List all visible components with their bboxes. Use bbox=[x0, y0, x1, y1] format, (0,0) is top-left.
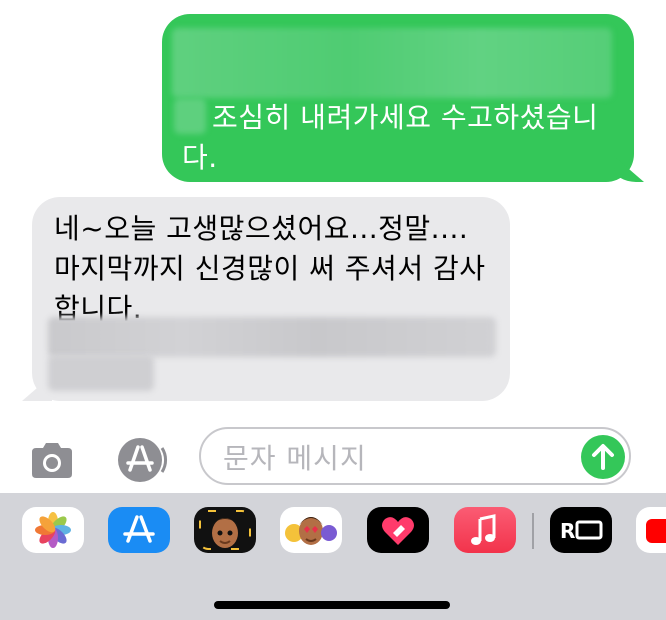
redacted-text bbox=[48, 317, 496, 357]
send-button[interactable] bbox=[581, 435, 625, 479]
received-message-text: 네~오늘 고생많으셨어요...정말....마지막까지 신경많이 써 주셔서 감사… bbox=[54, 212, 486, 325]
r-app-icon[interactable]: R bbox=[550, 507, 612, 553]
photos-app-icon[interactable] bbox=[22, 507, 84, 553]
app-store-button[interactable] bbox=[112, 432, 168, 488]
sent-message-bubble[interactable]: 조심히 내려가세요 수고하셨습니다. bbox=[162, 14, 644, 182]
app-store-app-icon[interactable] bbox=[108, 507, 170, 553]
message-input-placeholder: 문자 메시지 bbox=[223, 442, 367, 475]
drawer-divider bbox=[532, 513, 534, 549]
memoji-stickers-app-icon[interactable] bbox=[280, 507, 342, 553]
message-input[interactable]: 문자 메시지 bbox=[199, 427, 631, 485]
music-app-icon[interactable] bbox=[454, 507, 516, 553]
redacted-text bbox=[172, 28, 612, 98]
app-drawer: R bbox=[0, 493, 666, 620]
camera-button[interactable] bbox=[24, 432, 80, 488]
home-indicator bbox=[214, 601, 450, 609]
memoji-app-icon[interactable] bbox=[194, 507, 256, 553]
camera-icon bbox=[32, 443, 72, 478]
digital-touch-app-icon[interactable] bbox=[367, 507, 429, 553]
redacted-text bbox=[48, 355, 154, 391]
received-message-bubble[interactable]: 네~오늘 고생많으셨어요...정말....마지막까지 신경많이 써 주셔서 감사… bbox=[22, 197, 510, 401]
youtube-app-icon[interactable] bbox=[636, 507, 666, 553]
arrow-up-icon bbox=[592, 444, 614, 470]
sent-message-text: 조심히 내려가세요 수고하셨습니다. bbox=[182, 101, 599, 174]
svg-text:R: R bbox=[560, 519, 575, 543]
app-store-icon bbox=[118, 438, 167, 482]
